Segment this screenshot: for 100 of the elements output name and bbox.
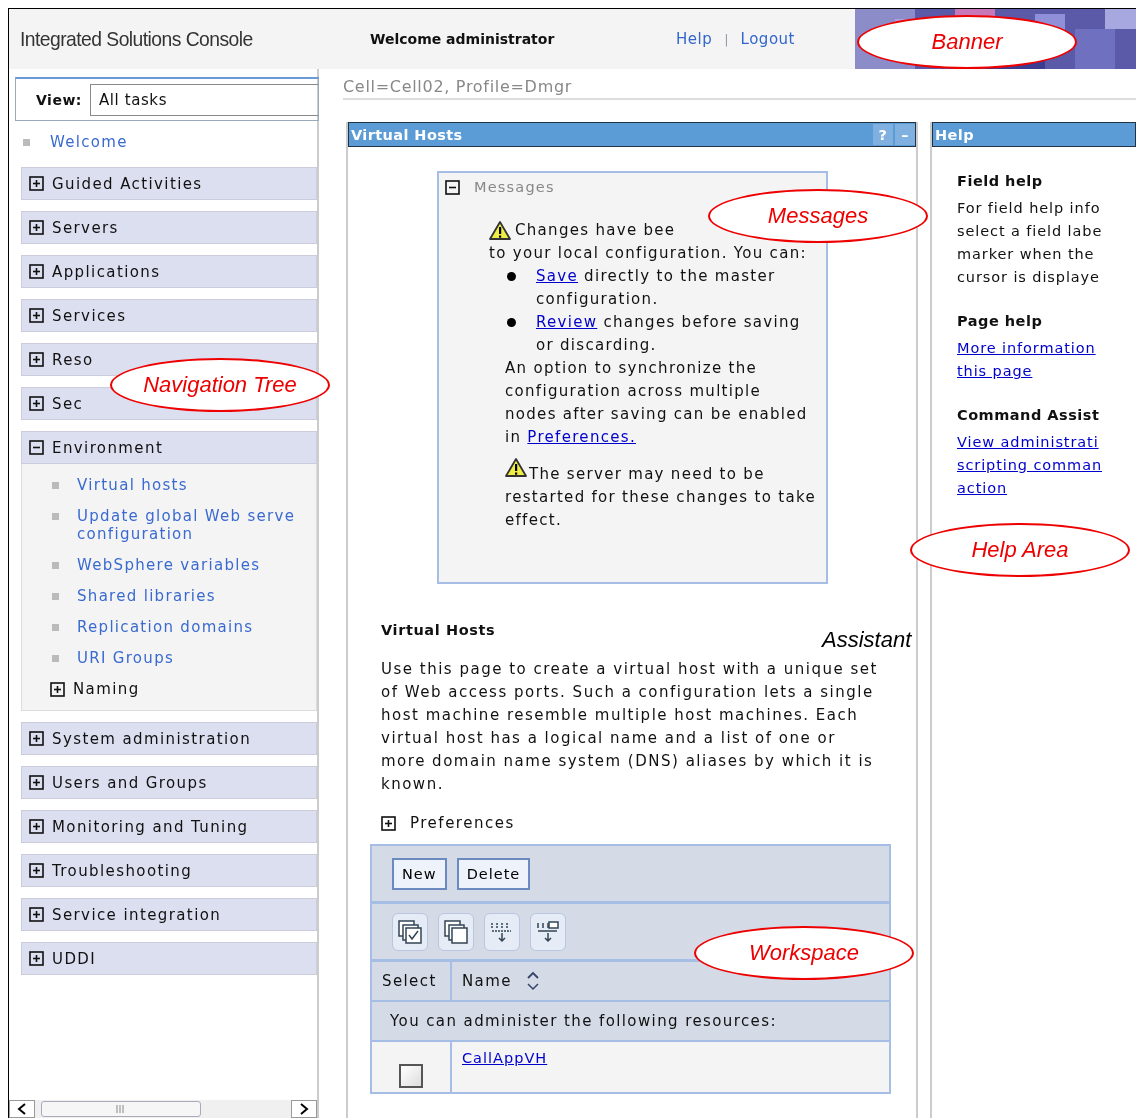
- resource-link[interactable]: CallAppVH: [462, 1050, 548, 1066]
- nav-group-label: UDDI: [52, 949, 97, 968]
- chevron-right-icon: [299, 1103, 309, 1115]
- chevron-left-icon: [17, 1103, 27, 1115]
- preferences-link[interactable]: Preferences.: [527, 428, 636, 446]
- help-text: marker when the: [957, 245, 1096, 264]
- expand-icon[interactable]: [381, 815, 396, 831]
- nav-link[interactable]: WebSphere variables: [77, 556, 261, 574]
- expand-icon[interactable]: [29, 352, 44, 367]
- help-text: cursor is displaye: [957, 268, 1101, 287]
- message-text: An option to synchronize the configuration across multiple nodes after saving can be enabled in Preferences.: [505, 358, 809, 448]
- messages-title: Messages: [474, 179, 555, 195]
- help-heading: Command Assist: [957, 407, 1101, 423]
- nav-group-label[interactable]: Naming: [73, 680, 140, 698]
- bullet-icon: [507, 272, 516, 281]
- bullet-icon: [52, 482, 59, 489]
- select-all-button[interactable]: [392, 912, 428, 951]
- bullet-icon: [52, 624, 59, 631]
- expand-icon[interactable]: [50, 681, 65, 697]
- bullet-icon: [23, 138, 30, 146]
- nav-group-label: Reso: [52, 350, 94, 369]
- nav-group[interactable]: Monitoring and Tuning: [21, 810, 317, 843]
- scroll-right-button[interactable]: [291, 1100, 317, 1118]
- nav-group[interactable]: Environment: [21, 431, 317, 464]
- expand-icon[interactable]: [29, 264, 44, 279]
- nav-group-label: System administration: [52, 729, 252, 748]
- expand-icon[interactable]: [29, 863, 44, 878]
- nav-link[interactable]: Virtual hosts: [77, 476, 188, 494]
- expand-icon[interactable]: [29, 308, 44, 323]
- nav-group-label: Monitoring and Tuning: [52, 817, 249, 836]
- column-header[interactable]: Name: [452, 962, 540, 1000]
- expand-icon[interactable]: [29, 819, 44, 834]
- help-link[interactable]: More information: [957, 337, 1136, 360]
- help-link[interactable]: scripting comman: [957, 454, 1136, 477]
- nav-group[interactable]: Service integration: [21, 898, 317, 931]
- message-text: to your local configuration. You can:: [489, 243, 808, 264]
- collapse-icon[interactable]: [445, 179, 460, 195]
- nav-group-label: Environment: [52, 438, 164, 457]
- bullet-icon: [52, 513, 59, 520]
- logout-link[interactable]: Logout: [740, 30, 795, 48]
- panel-title: Virtual Hosts: [351, 126, 463, 143]
- save-link[interactable]: Save: [536, 267, 579, 285]
- nav-link[interactable]: URI Groups: [77, 649, 175, 667]
- delete-button[interactable]: Delete: [456, 857, 531, 890]
- message-text: Review changes before saving or discarding.: [536, 312, 802, 356]
- help-heading: Field help: [957, 173, 1044, 189]
- warning-icon: [489, 219, 513, 242]
- collapse-icon[interactable]: [29, 440, 44, 455]
- help-text: For field help info: [957, 199, 1102, 218]
- breadcrumb: Cell=Cell02, Profile=Dmgr: [343, 69, 1136, 100]
- scrollbar-thumb[interactable]: [41, 1101, 201, 1117]
- nav-group-label: Guided Activities: [52, 174, 203, 193]
- nav-group[interactable]: Guided Activities: [21, 167, 317, 200]
- select-all-icon: [397, 918, 423, 945]
- view-field[interactable]: All tasks: [89, 83, 318, 116]
- sort-icon: [525, 970, 540, 992]
- scroll-left-button[interactable]: [9, 1100, 35, 1118]
- nav-link[interactable]: Update global Web serve: [77, 507, 296, 525]
- nav-group-label: Applications: [52, 262, 161, 281]
- expand-icon[interactable]: [29, 907, 44, 922]
- nav-link[interactable]: Replication domains: [77, 618, 254, 636]
- expand-icon[interactable]: [29, 951, 44, 966]
- nav-group[interactable]: Servers: [21, 211, 317, 244]
- message-text: The server may need to be restarted for these changes to take effect.: [505, 457, 816, 532]
- nav-group[interactable]: System administration: [21, 722, 317, 755]
- filter-button[interactable]: [484, 912, 520, 951]
- bullet-icon: [52, 562, 59, 569]
- section-heading: Virtual Hosts: [381, 622, 497, 638]
- expand-icon[interactable]: [29, 731, 44, 746]
- message-text: Changes have bee: [515, 220, 676, 241]
- preferences-label[interactable]: Preferences: [410, 814, 515, 832]
- expand-icon[interactable]: [29, 396, 44, 411]
- separator: |: [724, 31, 729, 47]
- clear-filter-button[interactable]: [530, 912, 566, 951]
- help-link[interactable]: Help: [676, 30, 713, 48]
- help-link[interactable]: this page: [957, 360, 1136, 383]
- nav-group[interactable]: Troubleshooting: [21, 854, 317, 887]
- expand-icon[interactable]: [29, 220, 44, 235]
- deselect-all-button[interactable]: [438, 912, 474, 951]
- clear-filter-icon: [535, 918, 561, 945]
- nav-group[interactable]: Applications: [21, 255, 317, 288]
- new-button[interactable]: New: [392, 857, 447, 890]
- nav-link[interactable]: configuration: [77, 525, 296, 543]
- help-heading: Page help: [957, 313, 1044, 329]
- nav-link[interactable]: Shared libraries: [77, 587, 216, 605]
- nav-group[interactable]: Services: [21, 299, 317, 332]
- expand-icon[interactable]: [29, 775, 44, 790]
- help-link[interactable]: View administrati: [957, 431, 1136, 454]
- description-text: Use this page to create a virtual host with a unique set of Web access ports. Such a configuration lets a single host machine resemble multiple host machines. Each virtual host has a logical name and a list of one or more domain name system (DNS) aliases by which it is known.: [381, 659, 879, 795]
- panel-title: Help: [935, 126, 974, 143]
- nav-group[interactable]: Users and Groups: [21, 766, 317, 799]
- nav-group[interactable]: UDDI: [21, 942, 317, 975]
- callout: Help Area: [910, 523, 1130, 577]
- app-title: Integrated Solutions Console: [20, 27, 254, 51]
- review-link[interactable]: Review: [536, 313, 598, 331]
- expand-icon[interactable]: [29, 176, 44, 191]
- help-link[interactable]: action: [957, 477, 1136, 500]
- nav-link[interactable]: Welcome: [50, 133, 128, 151]
- row-checkbox[interactable]: [399, 1064, 423, 1088]
- nav-group-label: Servers: [52, 218, 119, 237]
